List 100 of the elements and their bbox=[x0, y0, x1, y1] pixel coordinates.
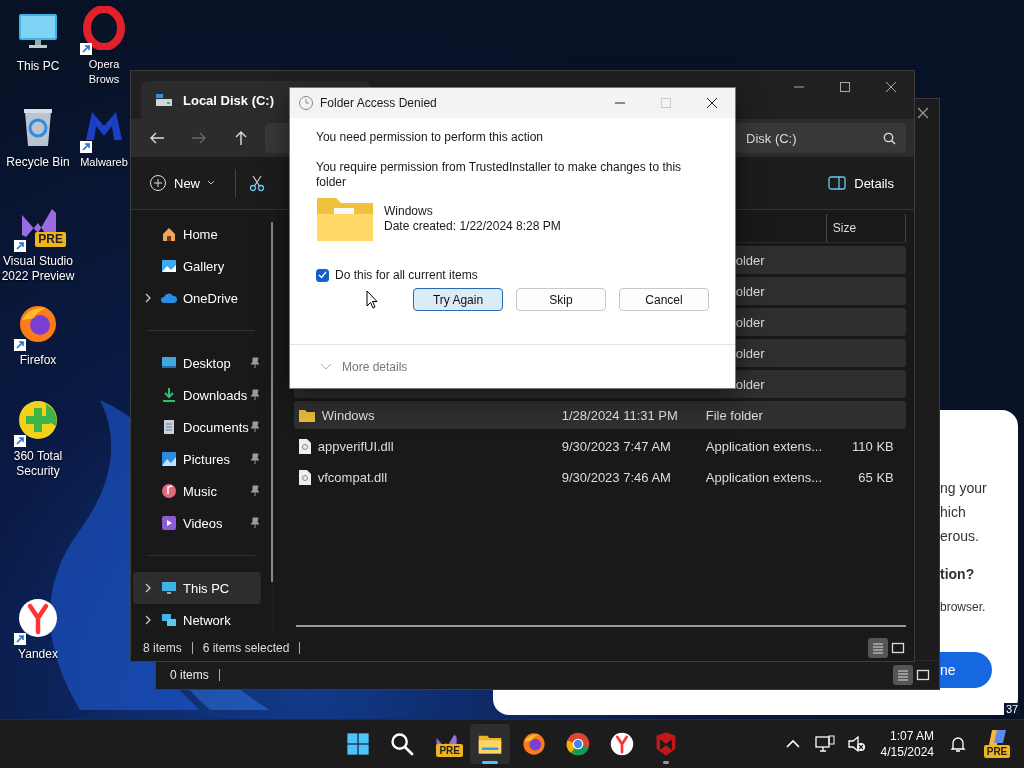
list-lines-icon bbox=[895, 667, 911, 683]
more-details-toggle[interactable]: More details bbox=[290, 344, 735, 388]
desktop-icon-label[interactable]: Recycle Bin bbox=[6, 155, 70, 170]
sidebar-item[interactable]: Downloads bbox=[133, 379, 261, 411]
checkmark-icon bbox=[318, 271, 327, 279]
file-name: vfcompat.dll bbox=[317, 469, 388, 485]
up-arrow-icon bbox=[234, 130, 248, 146]
caret-up-icon[interactable] bbox=[785, 739, 800, 749]
ring-logo-icon bbox=[82, 6, 126, 50]
file-row[interactable]: vfcompat.dll 9/30/2023 7:46 AM Application extens... 65 KB bbox=[293, 463, 906, 491]
dialog-button[interactable]: Skip bbox=[516, 288, 606, 311]
square-icon bbox=[890, 640, 906, 656]
desktop-icon-label[interactable]: Yandex bbox=[18, 647, 58, 662]
sidebar-item[interactable]: Music bbox=[133, 475, 261, 507]
new-button[interactable]: New bbox=[141, 168, 223, 198]
desktop-icon-label[interactable]: Opera Brows bbox=[79, 57, 129, 87]
pin-icon[interactable] bbox=[248, 357, 261, 369]
sidebar-item[interactable]: Documents bbox=[133, 411, 261, 443]
folder-icon bbox=[316, 196, 374, 242]
sidebar-item[interactable]: Home bbox=[133, 218, 261, 250]
item-name: Windows bbox=[384, 204, 434, 219]
corner-text: 37 bbox=[1004, 703, 1021, 715]
sidebar-item[interactable]: Network bbox=[133, 604, 261, 636]
dialog-button[interactable]: Cancel bbox=[619, 288, 709, 311]
mouse-cursor-icon bbox=[366, 290, 378, 309]
sidebar-item[interactable]: Pictures bbox=[133, 443, 261, 475]
drive-icon bbox=[155, 93, 173, 107]
music-note-icon bbox=[161, 483, 177, 499]
sidebar-item[interactable]: Videos bbox=[133, 507, 261, 539]
sidebar-item[interactable]: This PC bbox=[133, 572, 261, 604]
file-type: older bbox=[735, 283, 765, 299]
taskbar-app-button[interactable]: PRE bbox=[426, 724, 466, 764]
picture-icon bbox=[161, 451, 177, 467]
plus-logo-icon bbox=[16, 398, 60, 442]
monitor-icon bbox=[161, 580, 177, 596]
pin-icon[interactable] bbox=[248, 453, 261, 465]
sidebar-item[interactable]: OneDrive bbox=[133, 282, 261, 314]
notification-text: hich bbox=[940, 503, 967, 522]
search-icon bbox=[389, 731, 415, 757]
film-icon bbox=[161, 515, 177, 531]
search-field[interactable]: Disk (C:) bbox=[736, 123, 906, 153]
file-type: File folder bbox=[705, 407, 763, 423]
file-size: 110 KB bbox=[852, 438, 894, 454]
close-icon bbox=[885, 81, 897, 93]
file-name: appverifUI.dll bbox=[317, 438, 394, 454]
document-icon bbox=[161, 419, 177, 435]
network-icon[interactable] bbox=[814, 735, 835, 753]
copilot-logo-icon[interactable] bbox=[986, 730, 1008, 745]
notification-text: ng your bbox=[940, 479, 988, 498]
pin-icon[interactable] bbox=[248, 389, 261, 401]
desktop-icon-label[interactable]: 360 Total Security bbox=[0, 449, 76, 479]
bell-icon[interactable] bbox=[950, 735, 966, 753]
status-text: 0 items bbox=[170, 668, 209, 682]
file-type: older bbox=[735, 314, 765, 330]
details-view-button[interactable] bbox=[893, 665, 913, 685]
close-icon[interactable] bbox=[915, 105, 931, 121]
file-row[interactable]: Windows 1/28/2024 11:31 PM File folder bbox=[293, 401, 906, 429]
checkbox[interactable] bbox=[316, 268, 329, 282]
muted-speaker-icon[interactable] bbox=[846, 735, 867, 753]
dialog-button[interactable]: Try Again bbox=[413, 288, 503, 311]
pin-icon[interactable] bbox=[248, 485, 261, 497]
sidebar-item[interactable]: Desktop bbox=[133, 347, 261, 379]
download-icon bbox=[161, 387, 177, 403]
details-pane-button[interactable]: Details bbox=[818, 169, 904, 197]
details-view-button[interactable] bbox=[868, 638, 888, 658]
desktop-icon-label[interactable]: Malwareb bbox=[80, 155, 128, 170]
checkbox-label: Do this for all current items bbox=[335, 268, 478, 282]
sidebar-item[interactable]: Gallery bbox=[133, 250, 261, 282]
desktop-icon-label[interactable]: Visual Studio 2022 Preview bbox=[0, 254, 76, 284]
date-modified: 1/28/2024 11:31 PM bbox=[561, 407, 678, 423]
column-header[interactable]: Size bbox=[826, 214, 906, 242]
desktop-icon-label[interactable]: Firefox bbox=[19, 353, 57, 368]
home-icon bbox=[161, 226, 177, 242]
desktop-icon-label[interactable]: This PC bbox=[16, 59, 60, 74]
plus-icon bbox=[149, 174, 167, 192]
expand-chevron-icon[interactable] bbox=[144, 583, 152, 593]
back-arrow-icon bbox=[149, 131, 165, 145]
file-gear-icon bbox=[297, 437, 312, 455]
file-row[interactable]: appverifUI.dll 9/30/2023 7:47 AM Application extens... 110 KB bbox=[293, 432, 906, 460]
maximize-icon bbox=[839, 81, 851, 93]
item-count: 8 items bbox=[143, 641, 182, 655]
notification-question: tion? bbox=[940, 565, 976, 584]
pin-icon[interactable] bbox=[248, 421, 261, 433]
y-logo-icon bbox=[16, 596, 60, 640]
expand-chevron-icon[interactable] bbox=[144, 293, 152, 303]
file-type: Application extens... bbox=[705, 469, 823, 485]
pin-icon[interactable] bbox=[248, 517, 261, 529]
expand-chevron-icon[interactable] bbox=[144, 615, 152, 625]
fox-globe-icon bbox=[521, 731, 547, 757]
taskbar-app-button[interactable] bbox=[470, 724, 510, 764]
pre-badge: PRE bbox=[35, 232, 66, 247]
file-type: older bbox=[735, 345, 765, 361]
notification-button[interactable]: ne bbox=[940, 652, 992, 688]
square-icon bbox=[915, 667, 931, 683]
side-panel-icon bbox=[828, 175, 847, 191]
cut-icon[interactable] bbox=[248, 174, 266, 192]
caret-down-icon bbox=[207, 180, 215, 186]
horizontal-scrollbar[interactable] bbox=[295, 625, 906, 627]
clock[interactable]: 1:07 AM 4/15/2024 bbox=[874, 728, 940, 760]
date-modified: 9/30/2023 7:47 AM bbox=[561, 438, 671, 454]
